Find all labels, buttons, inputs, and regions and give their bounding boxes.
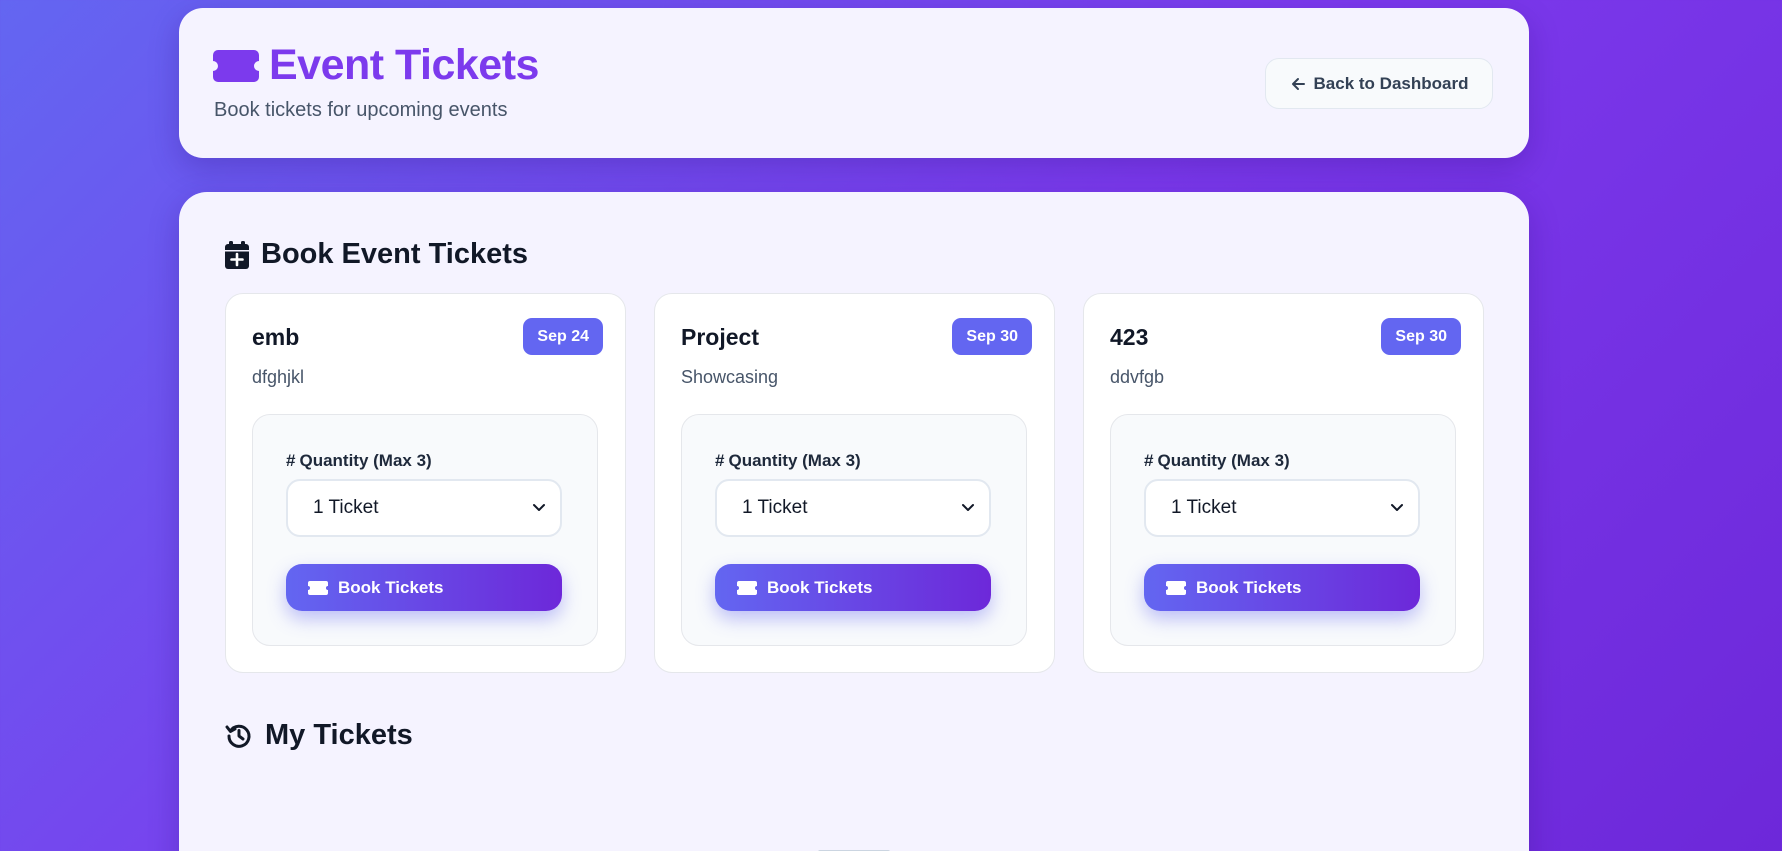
hash-icon: # <box>1144 451 1154 470</box>
event-date-badge: Sep 24 <box>523 318 603 355</box>
quantity-label: Quantity (Max 3) <box>1157 451 1290 470</box>
event-date-badge: Sep 30 <box>952 318 1032 355</box>
event-name: emb <box>252 324 300 350</box>
chevron-down-icon <box>962 504 974 511</box>
quantity-select[interactable]: 1 Ticket <box>286 479 562 537</box>
quantity-label: Quantity (Max 3) <box>728 451 861 470</box>
event-name: 423 <box>1110 324 1149 350</box>
back-button-label: Back to Dashboard <box>1313 73 1469 93</box>
quantity-label-row: # Quantity (Max 3) <box>286 451 432 471</box>
my-tickets-section-header: My Tickets <box>225 719 413 752</box>
event-card: emb Sep 24 dfghjkl # Quantity (Max 3) 1 … <box>225 293 626 673</box>
quantity-label-row: # Quantity (Max 3) <box>1144 451 1290 471</box>
main-card: Book Event Tickets emb Sep 24 dfghjkl # … <box>179 192 1529 851</box>
ticket-icon <box>213 49 259 82</box>
event-name: Project <box>681 324 759 350</box>
page-title-row: Event Tickets <box>213 44 539 87</box>
ticket-icon <box>308 580 328 595</box>
event-card: Project Sep 30 Showcasing # Quantity (Ma… <box>654 293 1055 673</box>
history-icon <box>225 724 251 748</box>
quantity-label: Quantity (Max 3) <box>299 451 432 470</box>
event-description: dfghjkl <box>252 367 305 387</box>
my-tickets-title: My Tickets <box>265 719 413 751</box>
event-card: 423 Sep 30 ddvfgb # Quantity (Max 3) 1 T… <box>1083 293 1484 673</box>
hash-icon: # <box>715 451 725 470</box>
booking-panel: # Quantity (Max 3) 1 Ticket Book Tickets <box>681 414 1027 646</box>
hash-icon: # <box>286 451 296 470</box>
quantity-select[interactable]: 1 Ticket <box>715 479 991 537</box>
quantity-select-value: 1 Ticket <box>742 497 808 518</box>
quantity-select-value: 1 Ticket <box>1171 497 1237 518</box>
chevron-down-icon <box>1391 504 1403 511</box>
chevron-down-icon <box>533 504 545 511</box>
event-date-badge: Sep 30 <box>1381 318 1461 355</box>
calendar-plus-icon <box>225 240 249 269</box>
header-card: Event Tickets Book tickets for upcoming … <box>179 8 1529 158</box>
book-tickets-button[interactable]: Book Tickets <box>1144 564 1420 611</box>
booking-panel: # Quantity (Max 3) 1 Ticket Book Tickets <box>252 414 598 646</box>
page-subtitle: Book tickets for upcoming events <box>214 99 508 121</box>
back-to-dashboard-button[interactable]: Back to Dashboard <box>1265 58 1493 109</box>
page-title: Event Tickets <box>269 41 539 89</box>
book-tickets-label: Book Tickets <box>338 577 444 597</box>
quantity-select[interactable]: 1 Ticket <box>1144 479 1420 537</box>
arrow-left-icon <box>1291 77 1305 90</box>
book-tickets-label: Book Tickets <box>767 577 873 597</box>
book-section-title: Book Event Tickets <box>261 238 529 270</box>
book-tickets-label: Book Tickets <box>1196 577 1302 597</box>
book-tickets-button[interactable]: Book Tickets <box>286 564 562 611</box>
ticket-icon <box>737 580 757 595</box>
quantity-label-row: # Quantity (Max 3) <box>715 451 861 471</box>
booking-panel: # Quantity (Max 3) 1 Ticket Book Tickets <box>1110 414 1456 646</box>
event-description: ddvfgb <box>1110 367 1165 387</box>
ticket-icon <box>1166 580 1186 595</box>
quantity-select-value: 1 Ticket <box>313 497 379 518</box>
book-section-header: Book Event Tickets <box>225 238 528 271</box>
book-tickets-button[interactable]: Book Tickets <box>715 564 991 611</box>
events-grid: emb Sep 24 dfghjkl # Quantity (Max 3) 1 … <box>225 293 1484 673</box>
event-description: Showcasing <box>681 367 779 387</box>
